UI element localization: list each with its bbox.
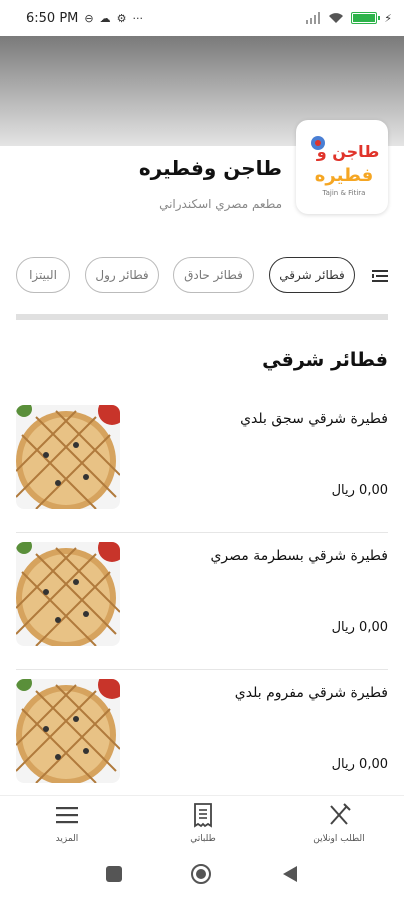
- item-separator: [16, 532, 388, 533]
- nav-order-online-label: الطلب اونلاين: [313, 834, 365, 844]
- status-bar: 6:50 PM ⊖ ☁ ⚙ ··· ⚡: [0, 0, 404, 36]
- logo-icon: طاجن و فطيره Tajin & Fitira: [311, 136, 380, 197]
- restaurant-name: طاجن وفطيره: [138, 156, 282, 180]
- settings-icon: ⚙: [116, 11, 127, 25]
- item-image: [16, 542, 120, 646]
- menu-item[interactable]: فطيرة شرقي سجق بلدي 0,00 ريال: [16, 405, 388, 533]
- status-left: 6:50 PM ⊖ ☁ ⚙ ···: [26, 11, 143, 26]
- cloud-icon: ☁: [99, 11, 111, 25]
- item-name: فطيرة شرقي سجق بلدي: [240, 411, 388, 427]
- fork-knife-icon: [330, 803, 351, 825]
- wifi-icon: [329, 13, 344, 23]
- notification-icon: ⊖: [84, 11, 94, 25]
- menu-item[interactable]: فطيرة شرقي مفروم بلدي 0,00 ريال: [16, 679, 388, 791]
- item-image: [16, 405, 120, 509]
- section-title: فطائر شرقي: [262, 349, 388, 371]
- status-time: 6:50 PM: [26, 10, 79, 26]
- item-name: فطيرة شرقي بسطرمة مصري: [210, 548, 388, 564]
- charging-icon: ⚡: [384, 11, 392, 25]
- svg-text:Tajin & Fitira: Tajin & Fitira: [322, 189, 366, 197]
- category-chip-pizza[interactable]: البيتزا: [16, 257, 70, 293]
- item-price: 0,00 ريال: [331, 757, 388, 772]
- category-filter: فطائر شرقي فطائر حادق فطائر رول البيتزا: [0, 257, 404, 295]
- item-name: فطيرة شرقي مفروم بلدي: [234, 685, 388, 701]
- category-chip-hadeq[interactable]: فطائر حادق: [173, 257, 254, 293]
- nav-my-orders[interactable]: طلباتي: [158, 802, 248, 848]
- svg-text:طاجن و: طاجن و: [316, 142, 380, 161]
- svg-text:فطيره: فطيره: [315, 165, 374, 186]
- back-icon[interactable]: [282, 865, 298, 883]
- signal-icon: [306, 12, 321, 24]
- restaurant-subtitle: مطعم مصري اسكندراني: [159, 197, 282, 211]
- nav-order-online[interactable]: الطلب اونلاين: [294, 802, 384, 848]
- filter-list-icon[interactable]: [370, 266, 390, 286]
- home-icon[interactable]: [190, 863, 212, 885]
- restaurant-header: طاجن و فطيره Tajin & Fitira طاجن وفطيره …: [0, 116, 404, 226]
- item-price: 0,00 ريال: [331, 483, 388, 498]
- item-separator: [16, 669, 388, 670]
- battery-icon: [351, 12, 381, 24]
- bottom-nav: الطلب اونلاين طلباتي المزيد: [0, 795, 404, 851]
- restaurant-logo: طاجن و فطيره Tajin & Fitira: [296, 120, 388, 214]
- item-price: 0,00 ريال: [331, 620, 388, 635]
- android-nav-bar: [0, 851, 404, 900]
- nav-my-orders-label: طلباتي: [190, 834, 216, 844]
- menu-item[interactable]: فطيرة شرقي بسطرمة مصري 0,00 ريال: [16, 542, 388, 670]
- item-image: [16, 679, 120, 783]
- recents-icon[interactable]: [105, 865, 123, 883]
- category-chip-sharqi[interactable]: فطائر شرقي: [269, 257, 355, 293]
- nav-more[interactable]: المزيد: [22, 802, 112, 848]
- nav-more-label: المزيد: [55, 834, 79, 844]
- section-divider: [16, 314, 388, 320]
- status-right: ⚡: [305, 12, 392, 25]
- receipt-icon: [194, 803, 212, 828]
- more-dots-icon: ···: [132, 11, 143, 25]
- menu-icon: [56, 807, 78, 824]
- category-chip-roll[interactable]: فطائر رول: [85, 257, 159, 293]
